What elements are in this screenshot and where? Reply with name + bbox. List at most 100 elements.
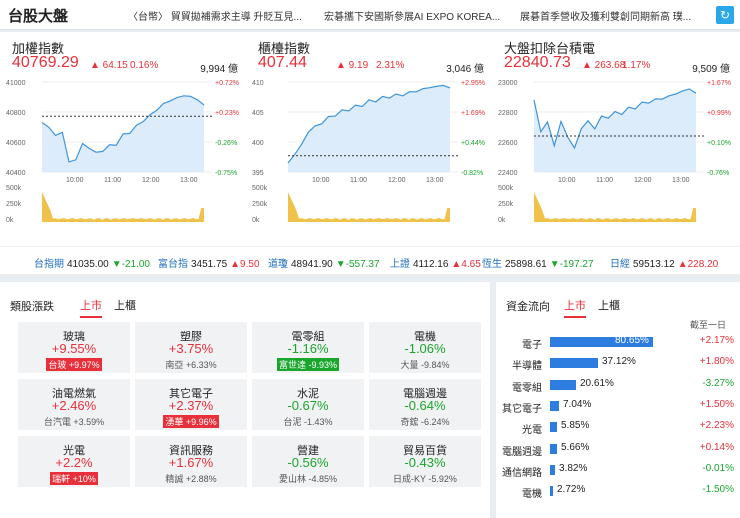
sector-leader: 奇鋐 -6.24% — [369, 415, 481, 428]
flow-name: 電零組 — [512, 382, 542, 394]
tab-flow-listed[interactable]: 上市 — [564, 297, 586, 318]
leader-stock: 富世達 — [278, 360, 306, 370]
quote-item[interactable]: 日經 59513.12 ▲228.20 — [610, 255, 718, 270]
news-item[interactable]: 展碁首季營收及獲利雙創同期新高 璞... — [520, 8, 691, 23]
index-value: 40769.29 — [12, 54, 79, 71]
volume-bars — [288, 192, 450, 222]
refresh-icon[interactable]: ↻ — [716, 6, 734, 24]
sector-leader: 日成-KY -5.92% — [369, 472, 481, 485]
flow-row[interactable]: 其它電子 7.04% +1.50% — [502, 396, 734, 417]
flow-title: 資金流向 — [506, 301, 550, 313]
sector-card[interactable]: 水泥 -0.67% 台泥 -1.43% — [252, 379, 364, 430]
tab-flow-otc[interactable]: 上櫃 — [598, 297, 620, 313]
index-chart: 23000 +1.67% 22800 +0.99% 22600 +0.10% 22400 -0… — [496, 74, 736, 246]
sector-pct: -0.56% — [287, 455, 329, 470]
leader-badge: 日成-KY -5.92% — [393, 474, 457, 484]
index-volume: 9,509 億 — [692, 64, 730, 75]
volume-tick-label: 500k — [252, 185, 268, 192]
flow-name: 電腦週邊 — [502, 446, 542, 458]
sector-card[interactable]: 光電 +2.2% 瑞軒 +10% — [18, 436, 130, 487]
flow-row[interactable]: 光電 5.85% +2.23% — [504, 417, 734, 438]
flow-bar — [550, 358, 598, 369]
volume-tick-label: 0k — [498, 217, 506, 224]
leader-badge: 南亞 +6.33% — [165, 360, 216, 370]
sector-section: 類股漲跌 上市 上櫃 玻璃 +9.55% 台玻 +9.97% 塑膠 +3.75% 南亞 +… — [0, 282, 490, 518]
leader-stock: 精誠 — [165, 474, 184, 484]
leader-badge: 湧華 +9.96% — [163, 415, 219, 428]
flow-change: +0.14% — [699, 441, 734, 453]
y-tick-label: 22800 — [498, 110, 518, 117]
sector-card[interactable]: 其它電子 +2.37% 湧華 +9.96% — [135, 379, 247, 430]
volume-tick-label: 0k — [6, 217, 14, 224]
tab-listed[interactable]: 上市 — [80, 297, 102, 318]
flow-share: 37.12% — [602, 356, 636, 368]
quote-value: 41035.00 — [67, 259, 109, 270]
flow-name: 通信網路 — [502, 467, 542, 479]
quote-item[interactable]: 恆生 25898.61 ▼-197.27 — [482, 255, 594, 270]
intraday-chart: 41000 +0.72% 40800 +0.23% 40600 -0.26% 40400 -0… — [6, 80, 239, 224]
index-chart: 41000 +0.72% 40800 +0.23% 40600 -0.26% 40400 -0… — [4, 74, 244, 246]
pct-tick-label: +1.67% — [707, 80, 731, 87]
sector-card[interactable]: 貿易百貨 -0.43% 日成-KY -5.92% — [369, 436, 481, 487]
fund-flow-section: 資金流向 上市 上櫃 截至一日 電子 80.65% +2.17% 半導體 37.12% +… — [496, 282, 740, 518]
leader-badge: 奇鋐 -6.24% — [400, 417, 449, 427]
sector-card[interactable]: 電腦週邊 -0.64% 奇鋐 -6.24% — [369, 379, 481, 430]
leader-badge: 富世達 -9.93% — [276, 358, 340, 371]
header-bar: 台股大盤 〈台幣〉 貿貿拋補需求主導 升貶互見... 宏碁攜下安國斯參展AI E… — [0, 0, 740, 30]
quote-value: 4112.16 — [413, 259, 449, 270]
flow-change: +1.80% — [699, 356, 734, 368]
index-panel-taiex[interactable]: 加權指數 40769.29 ▲ 64.15 0.16% 9,994 億 41000 +0.7… — [4, 32, 244, 246]
leader-badge: 精誠 +2.88% — [165, 474, 216, 484]
time-label: 12:00 — [388, 177, 406, 184]
leader-stock: 台汽電 — [43, 417, 71, 427]
leader-pct: +9.96% — [185, 417, 217, 427]
index-panel-ex-tsmc[interactable]: 大盤扣除台積電 22840.73 ▲ 263.68 1.17% 9,509 億 23000… — [496, 32, 736, 246]
leader-badge: 台汽電 +3.59% — [44, 417, 104, 427]
pct-tick-label: +0.23% — [215, 110, 239, 117]
flow-row[interactable]: 電子 80.65% +2.17% — [504, 332, 734, 353]
news-item[interactable]: 〈台幣〉 貿貿拋補需求主導 升貶互見... — [128, 8, 302, 23]
flow-name: 光電 — [522, 425, 542, 437]
flow-change: -3.27% — [702, 377, 734, 389]
quote-value: 48941.90 — [291, 259, 333, 270]
flow-row[interactable]: 電機 2.72% -1.50% — [504, 481, 734, 502]
sector-card[interactable]: 營建 -0.56% 愛山林 -4.85% — [252, 436, 364, 487]
sector-card[interactable]: 資訊服務 +1.67% 精誠 +2.88% — [135, 436, 247, 487]
sector-card[interactable]: 塑膠 +3.75% 南亞 +6.33% — [135, 322, 247, 373]
pct-tick-label: +0.72% — [215, 80, 239, 87]
sector-leader: 瑞軒 +10% — [18, 472, 130, 485]
quote-item[interactable]: 台指期 41035.00 ▼-21.00 — [34, 255, 150, 270]
flow-change: +1.50% — [699, 398, 734, 410]
flow-row[interactable]: 半導體 37.12% +1.80% — [504, 353, 734, 374]
time-label: 11:00 — [104, 177, 121, 184]
flow-row[interactable]: 電腦週邊 5.66% +0.14% — [502, 439, 734, 460]
news-item[interactable]: 宏碁攜下安國斯參展AI EXPO KOREA... — [324, 8, 500, 23]
flow-row[interactable]: 電零組 20.61% -3.27% — [504, 375, 734, 396]
leader-badge: 台泥 -1.43% — [283, 417, 332, 427]
sector-pct: -1.06% — [404, 341, 446, 356]
quote-item[interactable]: 上證 4112.16 ▲4.65 — [390, 255, 481, 270]
time-label: 10:00 — [66, 177, 84, 184]
flow-row[interactable]: 通信網路 3.82% -0.01% — [502, 460, 734, 481]
index-value: 22840.73 — [504, 54, 571, 71]
pct-tick-label: +0.99% — [707, 110, 731, 117]
sector-card[interactable]: 電機 -1.06% 大量 -9.84% — [369, 322, 481, 373]
quote-item[interactable]: 道瓊 48941.90 ▼-557.37 — [268, 255, 380, 270]
leader-badge: 瑞軒 +10% — [50, 472, 98, 485]
y-tick-label: 395 — [252, 170, 264, 177]
index-panel-otc[interactable]: 櫃檯指數 407.44 ▲ 9.19 2.31% 3,046 億 410 +2.95% 405… — [250, 32, 490, 246]
quote-item[interactable]: 富台指 3451.75 ▲9.50 — [158, 255, 260, 270]
y-tick-label: 41000 — [6, 80, 26, 87]
volume-tick-label: 250k — [252, 201, 268, 208]
sector-card[interactable]: 電零組 -1.16% 富世達 -9.93% — [252, 322, 364, 373]
quote-value: 25898.61 — [505, 259, 547, 270]
flow-change: +2.17% — [699, 335, 734, 346]
sector-card[interactable]: 玻璃 +9.55% 台玻 +9.97% — [18, 322, 130, 373]
y-tick-label: 40400 — [6, 170, 26, 177]
quote-change: ▼-557.37 — [335, 259, 380, 270]
flow-bar — [550, 464, 555, 475]
sector-pct: -1.16% — [287, 341, 329, 356]
sector-card[interactable]: 油電燃氣 +2.46% 台汽電 +3.59% — [18, 379, 130, 430]
tab-otc[interactable]: 上櫃 — [114, 297, 136, 313]
index-change: ▲ 64.15 — [90, 60, 128, 71]
